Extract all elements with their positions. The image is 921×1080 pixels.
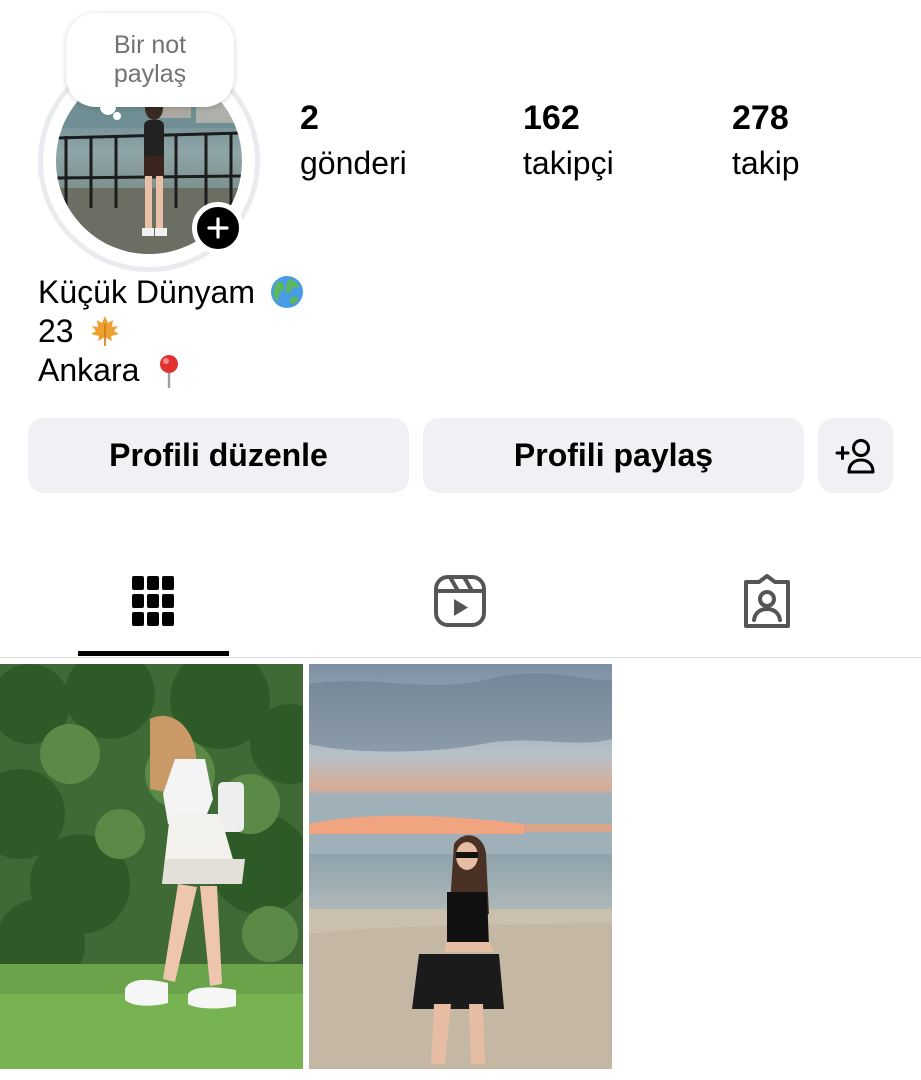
- followers-count-value: 162: [523, 99, 580, 137]
- plus-icon: [207, 217, 229, 239]
- posts-count-value: 2: [300, 99, 319, 137]
- post-thumbnail[interactable]: [309, 664, 612, 1069]
- note-bubble-tail-small: [113, 112, 121, 120]
- tab-posts-grid[interactable]: [78, 560, 228, 658]
- discover-people-button[interactable]: [818, 418, 893, 493]
- bio-location-line: Ankara: [38, 351, 304, 390]
- globe-emoji-icon: [270, 276, 303, 308]
- bio-age: 23: [38, 313, 74, 349]
- bio-name-line: Küçük Dünyam: [38, 273, 304, 312]
- posts-count-label: gönderi: [300, 145, 407, 181]
- tab-reels[interactable]: [385, 560, 535, 658]
- profile-tabs: [0, 560, 921, 658]
- add-person-icon: [835, 438, 874, 473]
- following-count[interactable]: 278 takip: [732, 96, 800, 186]
- followers-count[interactable]: 162 takipçi: [523, 96, 614, 186]
- bio-location: Ankara: [38, 352, 140, 388]
- edit-profile-button[interactable]: Profili düzenle: [28, 418, 409, 493]
- grid-icon: [132, 576, 174, 626]
- add-story-button[interactable]: [192, 202, 244, 254]
- active-tab-indicator: [78, 651, 229, 656]
- following-count-label: takip: [732, 145, 800, 181]
- bio-age-line: 23: [38, 312, 304, 351]
- profile-name: Küçük Dünyam: [38, 274, 255, 310]
- posts-count[interactable]: 2 gönderi: [300, 96, 407, 186]
- round-pushpin-emoji-icon: [160, 355, 179, 388]
- note-text-line1: Bir not: [113, 31, 187, 59]
- following-count-value: 278: [732, 99, 789, 137]
- note-bubble[interactable]: Bir not paylaş: [66, 13, 234, 107]
- reels-icon: [434, 575, 486, 627]
- maple-leaf-emoji-icon: [91, 316, 120, 346]
- note-text-line2: paylaş: [113, 60, 187, 88]
- tab-tagged[interactable]: [692, 560, 842, 658]
- profile-bio: Küçük Dünyam 23 Ankara: [38, 273, 304, 390]
- followers-count-label: takipçi: [523, 145, 614, 181]
- post-thumbnail[interactable]: [0, 664, 303, 1069]
- share-profile-button[interactable]: Profili paylaş: [423, 418, 804, 493]
- tagged-icon: [744, 574, 790, 628]
